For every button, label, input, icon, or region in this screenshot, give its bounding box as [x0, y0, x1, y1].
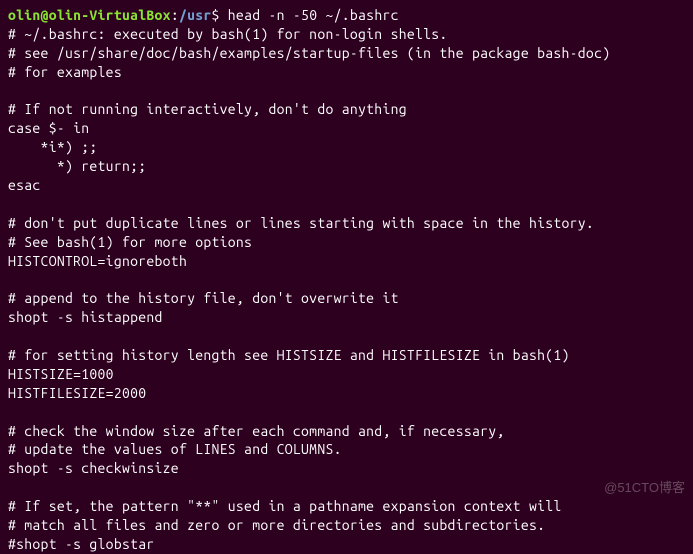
output-line: # match all files and zero or more direc… [8, 517, 545, 533]
output-line: # See bash(1) for more options [8, 234, 252, 250]
output-line: esac [8, 177, 41, 193]
output-line: # ~/.bashrc: executed by bash(1) for non… [8, 26, 448, 42]
output-line: HISTSIZE=1000 [8, 366, 114, 382]
output-line: # don't put duplicate lines or lines sta… [8, 215, 594, 231]
output-line: *) return;; [8, 158, 146, 174]
output-line: # for examples [8, 64, 122, 80]
output-line: # If not running interactively, don't do… [8, 101, 407, 117]
terminal-area[interactable]: olin@olin-VirtualBox:/usr$ head -n -50 ~… [8, 6, 685, 554]
output-line: HISTCONTROL=ignoreboth [8, 253, 187, 269]
output-line: shopt -s checkwinsize [8, 460, 179, 476]
output-line: HISTFILESIZE=2000 [8, 385, 146, 401]
output-line: # see /usr/share/doc/bash/examples/start… [8, 45, 610, 61]
output-line: *i*) ;; [8, 139, 98, 155]
command-text: head -n -50 ~/.bashrc [228, 7, 399, 23]
prompt-path: /usr [179, 7, 212, 23]
prompt-user-host: olin@olin-VirtualBox [8, 7, 171, 23]
output-line: # append to the history file, don't over… [8, 290, 399, 306]
watermark-text: @51CTO博客 [604, 479, 685, 497]
output-line: shopt -s histappend [8, 309, 163, 325]
output-line: # for setting history length see HISTSIZ… [8, 347, 570, 363]
output-line: # update the values of LINES and COLUMNS… [8, 441, 342, 457]
prompt-dollar: $ [212, 7, 220, 23]
output-line: # check the window size after each comma… [8, 423, 505, 439]
output-line: #shopt -s globstar [8, 536, 155, 552]
output-line: case $- in [8, 120, 89, 136]
prompt-separator: : [171, 7, 179, 23]
